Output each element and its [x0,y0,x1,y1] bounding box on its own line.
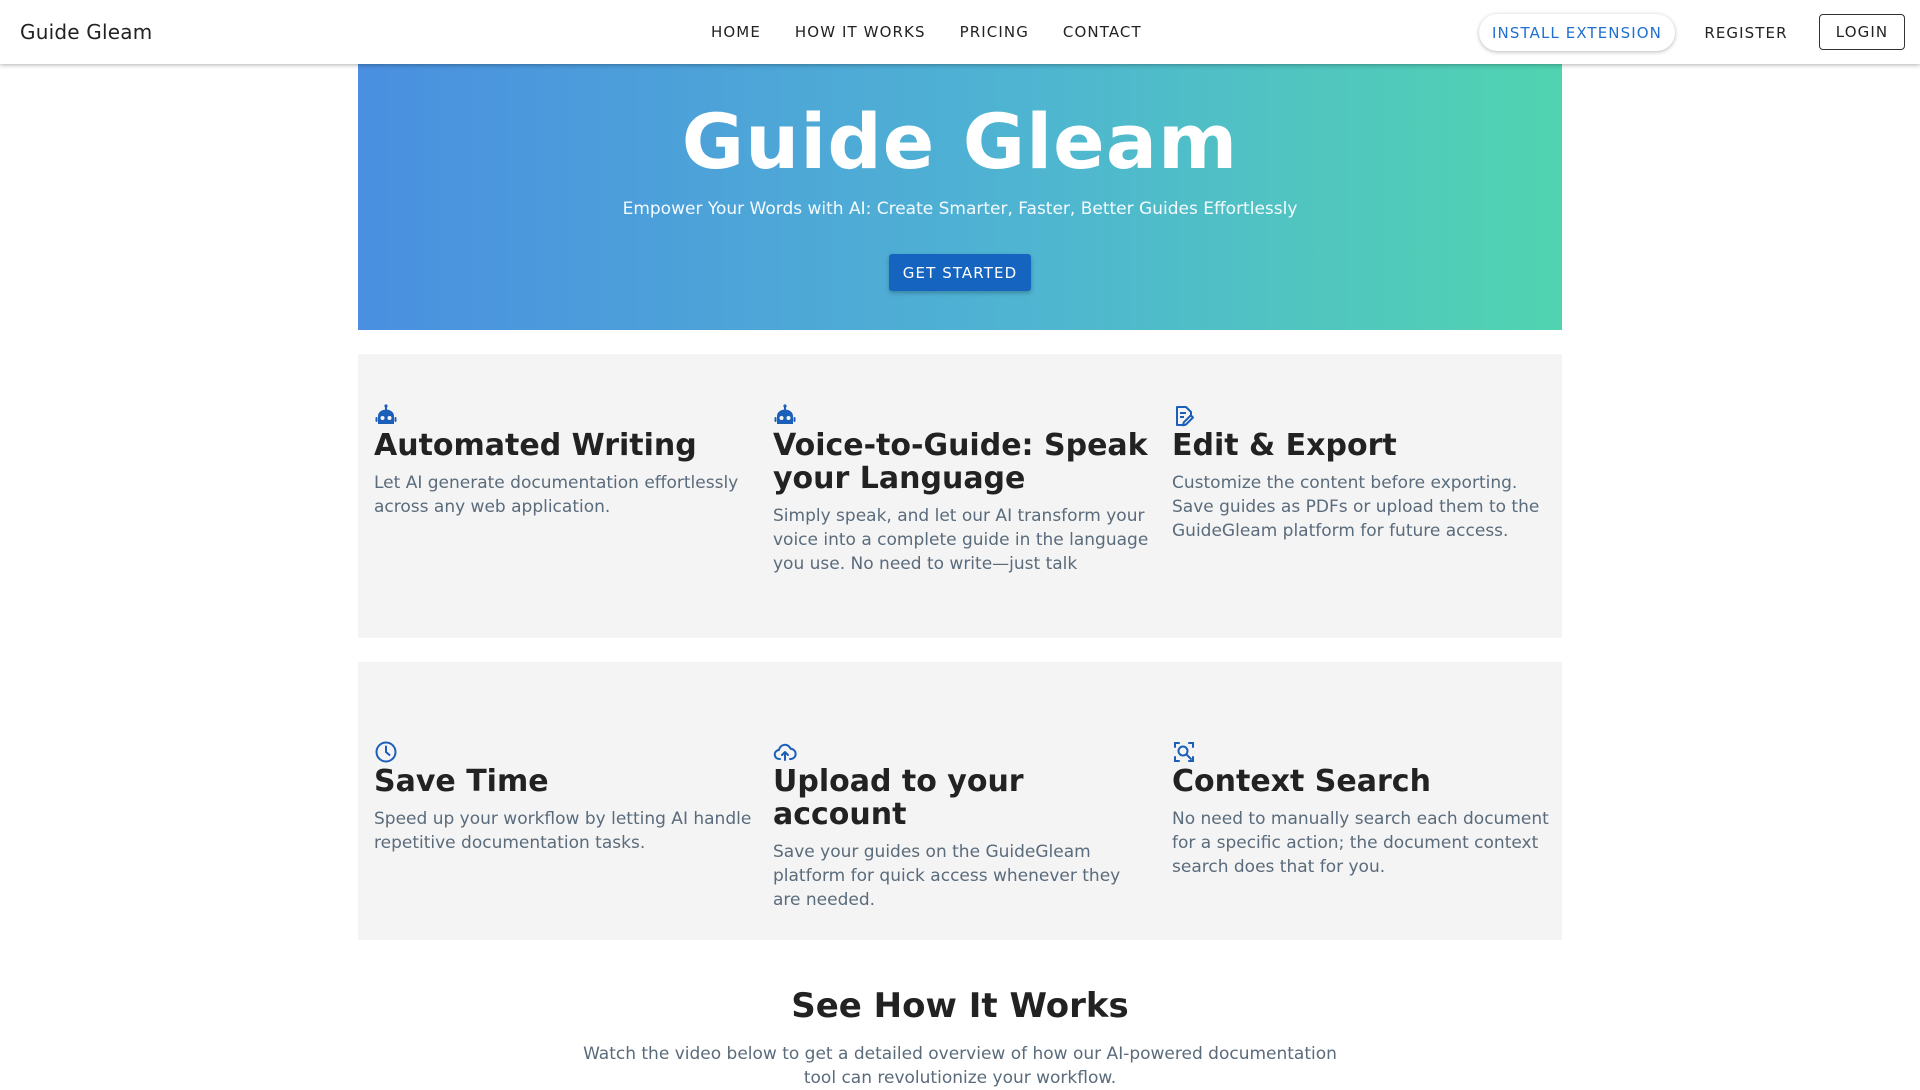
hero-subtitle: Empower Your Words with AI: Create Smart… [622,199,1298,219]
feature-title: Voice-to-Guide: Speak your Language [773,428,1148,496]
feature-upload-account: Upload to your account Save your guides … [773,740,1153,912]
login-button[interactable]: LOGIN [1819,14,1905,50]
feature-title: Upload to your account [773,764,1024,832]
edit-document-icon [1176,406,1194,427]
feature-description: Let AI generate documentation effortless… [374,473,739,517]
features-panel-bottom: Save Time Speed up your workflow by lett… [358,662,1562,940]
how-it-works-title: See How It Works [791,986,1129,1026]
get-started-button[interactable]: GET STARTED [889,254,1031,291]
feature-description: Speed up your workflow by letting AI han… [374,809,752,853]
nav-home[interactable]: HOME [694,17,778,47]
clock-icon [375,741,397,763]
feature-description: Simply speak, and let our AI transform y… [773,506,1149,574]
how-it-works-subtitle: Watch the video below to get a detailed … [583,1044,1337,1088]
brand-logo-text[interactable]: Guide Gleam [20,0,152,64]
install-extension-button[interactable]: INSTALL EXTENSION [1479,14,1675,51]
feature-voice-to-guide: Voice-to-Guide: Speak your Language Simp… [773,404,1153,576]
nav-pricing[interactable]: PRICING [943,17,1046,47]
nav-contact[interactable]: CONTACT [1046,17,1159,47]
cloud-upload-icon [773,743,797,761]
feature-save-time: Save Time Speed up your workflow by lett… [374,740,754,855]
feature-automated-writing: Automated Writing Let AI generate docume… [374,404,754,519]
feature-description: No need to manually search each document… [1172,809,1549,877]
feature-description: Save your guides on the GuideGleam platf… [773,842,1121,910]
feature-edit-export: Edit & Export Customize the content befo… [1172,404,1552,543]
hero-banner: Guide Gleam Empower Your Words with AI: … [358,64,1562,330]
register-button[interactable]: REGISTER [1695,14,1797,51]
robot-icon [375,404,397,424]
hero-title: Guide Gleam [681,97,1239,186]
feature-title: Automated Writing [374,428,697,463]
document-search-icon [1174,742,1194,762]
main-nav: HOME HOW IT WORKS PRICING CONTACT [694,0,1159,64]
feature-title: Context Search [1172,764,1431,799]
feature-description: Customize the content before exporting. … [1172,473,1540,541]
feature-title: Save Time [374,764,549,799]
features-panel-top: Automated Writing Let AI generate docume… [358,354,1562,638]
nav-how-it-works[interactable]: HOW IT WORKS [778,17,943,47]
feature-context-search: Context Search No need to manually searc… [1172,740,1552,879]
top-navbar: Guide Gleam HOME HOW IT WORKS PRICING CO… [0,0,1920,64]
feature-title: Edit & Export [1172,428,1397,463]
robot-icon [774,404,796,424]
